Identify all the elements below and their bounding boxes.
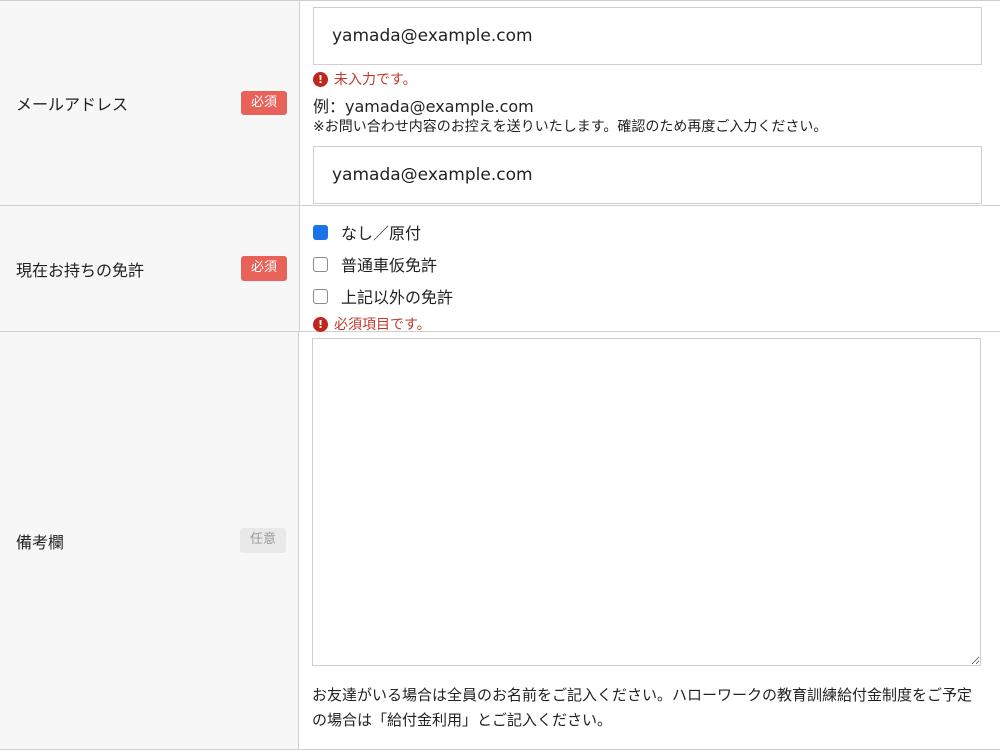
exclamation-circle-icon: !: [313, 316, 328, 332]
contact-form-table: メールアドレス 必須 ! 未入力です。 例：yamada@example.com…: [0, 0, 1000, 750]
license-error-text: 必須項目です。: [334, 317, 431, 333]
license-row: 現在お持ちの免許 必須 なし／原付 普通車仮免許 上記以外の免許 ! 必須項目で…: [0, 206, 1000, 334]
email-error: ! 未入力です。: [313, 69, 982, 89]
license-checkbox-list: なし／原付 普通車仮免許 上記以外の免許: [313, 212, 982, 312]
email-error-text: 未入力です。: [334, 72, 417, 88]
email-input-cell: ! 未入力です。 例：yamada@example.com ※お問い合わせ内容の…: [300, 1, 1000, 205]
license-option-label: 上記以外の免許: [341, 288, 454, 307]
required-badge: 必須: [240, 90, 287, 116]
email-example: 例：yamada@example.com: [313, 97, 534, 116]
email-input[interactable]: [313, 7, 982, 65]
license-checkbox-2[interactable]: [313, 288, 328, 304]
exclamation-circle-icon: !: [313, 71, 328, 87]
license-option-none[interactable]: なし／原付: [313, 216, 982, 248]
email-confirm-input[interactable]: [313, 146, 982, 204]
remarks-help-text: お友達がいる場合は全員のお名前をご記入ください。ハローワークの教育訓練給付金制度…: [312, 686, 973, 729]
remarks-textarea[interactable]: [312, 338, 981, 666]
remarks-label-cell: 備考欄 任意: [0, 332, 299, 749]
license-label: 現在お持ちの免許: [16, 260, 145, 280]
license-option-other[interactable]: 上記以外の免許: [313, 280, 982, 312]
license-checkbox-1[interactable]: [313, 256, 328, 272]
license-option-label: 普通車仮免許: [341, 256, 438, 275]
license-label-cell: 現在お持ちの免許 必須: [0, 206, 300, 331]
email-confirm-note: ※お問い合わせ内容のお控えを送りいたします。確認のため再度ご入力ください。: [313, 119, 828, 135]
email-label-cell: メールアドレス 必須: [0, 1, 300, 205]
remarks-label: 備考欄: [16, 532, 65, 552]
email-row: メールアドレス 必須 ! 未入力です。 例：yamada@example.com…: [0, 1, 1000, 206]
license-checkbox-0[interactable]: [313, 224, 328, 240]
license-error: ! 必須項目です。: [313, 314, 982, 334]
remarks-row: 備考欄 任意 お友達がいる場合は全員のお名前をご記入ください。ハローワークの教育…: [0, 332, 1000, 750]
optional-badge: 任意: [239, 528, 286, 553]
license-options-cell: なし／原付 普通車仮免許 上記以外の免許 ! 必須項目です。: [300, 206, 1000, 334]
license-option-label: なし／原付: [341, 224, 422, 243]
remarks-input-cell: お友達がいる場合は全員のお名前をご記入ください。ハローワークの教育訓練給付金制度…: [299, 332, 1000, 749]
license-option-provisional[interactable]: 普通車仮免許: [313, 248, 982, 280]
email-label: メールアドレス: [16, 95, 129, 114]
required-badge: 必須: [240, 256, 287, 281]
